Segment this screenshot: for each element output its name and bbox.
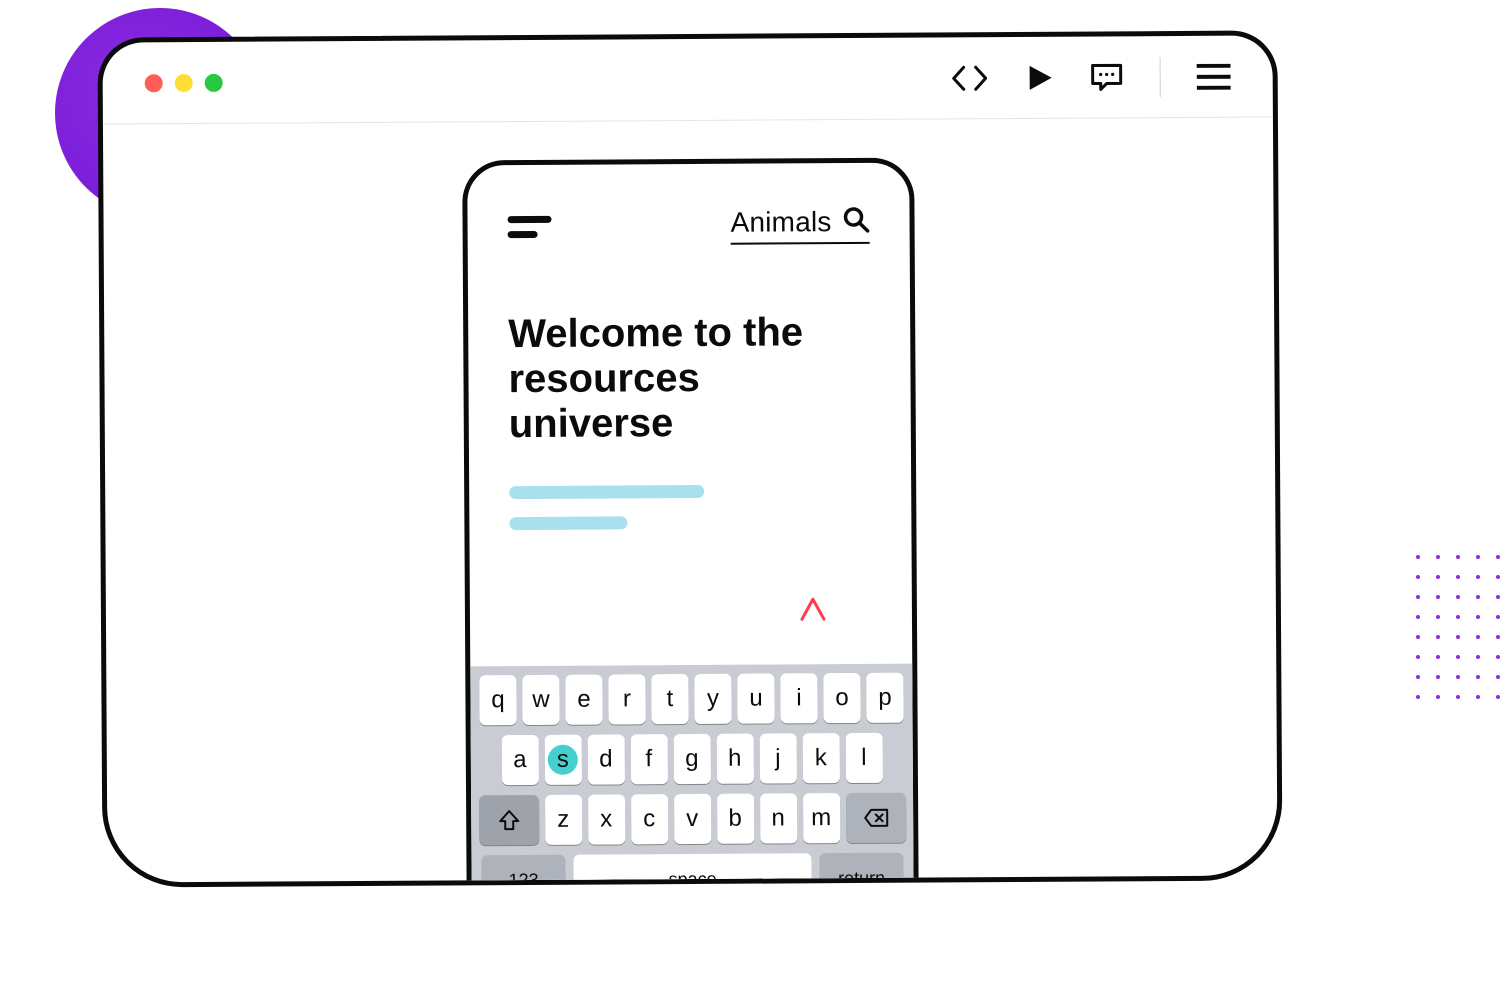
backspace-key[interactable] bbox=[846, 793, 906, 843]
key-k[interactable]: k bbox=[802, 733, 839, 783]
shift-key[interactable] bbox=[479, 795, 539, 845]
key-j[interactable]: j bbox=[759, 733, 796, 783]
menu-icon[interactable] bbox=[508, 215, 552, 237]
key-x[interactable]: x bbox=[588, 794, 625, 844]
key-z[interactable]: z bbox=[545, 795, 582, 845]
close-window-button[interactable] bbox=[145, 74, 163, 92]
return-key[interactable]: return bbox=[819, 853, 903, 888]
phone-mockup: Animals Welcome to the resources univers… bbox=[462, 158, 919, 888]
code-icon[interactable] bbox=[950, 63, 990, 93]
key-q[interactable]: q bbox=[479, 675, 516, 725]
numbers-key[interactable]: 123 bbox=[481, 855, 565, 888]
key-a[interactable]: a bbox=[501, 735, 538, 785]
key-e[interactable]: e bbox=[565, 675, 602, 725]
space-key[interactable]: space bbox=[573, 853, 811, 887]
key-y[interactable]: y bbox=[694, 674, 731, 724]
search-icon[interactable] bbox=[841, 205, 869, 238]
decorative-dot-grid bbox=[1416, 555, 1500, 699]
window-titlebar bbox=[102, 35, 1272, 124]
key-b[interactable]: b bbox=[717, 794, 754, 844]
key-c[interactable]: c bbox=[631, 794, 668, 844]
chat-icon[interactable] bbox=[1090, 62, 1124, 92]
play-icon[interactable] bbox=[1026, 63, 1054, 91]
key-g[interactable]: g bbox=[673, 734, 710, 784]
key-p[interactable]: p bbox=[866, 673, 903, 723]
minimize-window-button[interactable] bbox=[175, 74, 193, 92]
key-u[interactable]: u bbox=[737, 673, 774, 723]
onscreen-keyboard: qwertyuiop asdfghjkl zxcvbnm 123 space r… bbox=[470, 664, 914, 888]
key-i[interactable]: i bbox=[780, 673, 817, 723]
toolbar-divider bbox=[1160, 57, 1161, 97]
key-n[interactable]: n bbox=[760, 793, 797, 843]
key-r[interactable]: r bbox=[608, 674, 645, 724]
zoom-window-button[interactable] bbox=[205, 73, 223, 91]
key-v[interactable]: v bbox=[674, 794, 711, 844]
cursor-marker bbox=[798, 593, 828, 628]
page-title: Welcome to the resources universe bbox=[508, 310, 871, 447]
key-d[interactable]: d bbox=[587, 734, 624, 784]
key-o[interactable]: o bbox=[823, 673, 860, 723]
hamburger-icon[interactable] bbox=[1197, 63, 1231, 89]
key-t[interactable]: t bbox=[651, 674, 688, 724]
key-m[interactable]: m bbox=[803, 793, 840, 843]
window-controls bbox=[145, 73, 223, 91]
search-value: Animals bbox=[730, 206, 831, 239]
key-l[interactable]: l bbox=[845, 733, 882, 783]
key-w[interactable]: w bbox=[522, 675, 559, 725]
search-field[interactable]: Animals bbox=[730, 205, 869, 245]
browser-window: Animals Welcome to the resources univers… bbox=[97, 30, 1282, 887]
phone-header: Animals bbox=[467, 163, 909, 247]
key-f[interactable]: f bbox=[630, 734, 667, 784]
window-toolbar bbox=[950, 56, 1231, 98]
key-s[interactable]: s bbox=[544, 735, 581, 785]
placeholder-text bbox=[509, 484, 871, 530]
key-h[interactable]: h bbox=[716, 734, 753, 784]
